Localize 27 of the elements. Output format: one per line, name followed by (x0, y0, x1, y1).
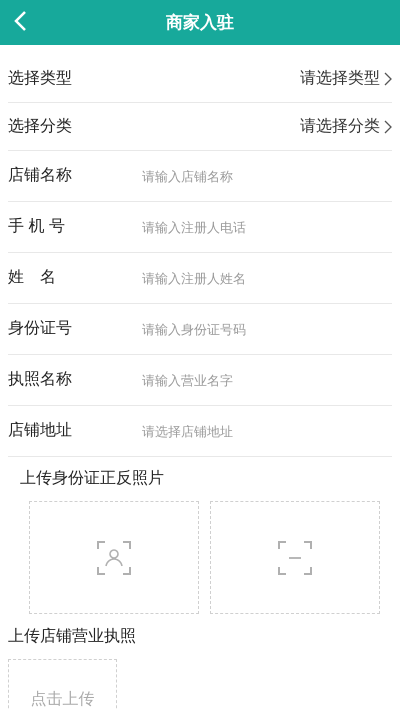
input-field[interactable]: 请输入店铺名称 (142, 158, 392, 194)
field-label: 姓 名 (8, 268, 57, 288)
select-value: 请选择分类 (300, 116, 380, 136)
scan-icon (277, 540, 313, 576)
input-field[interactable]: 请选择店铺地址 (142, 413, 392, 449)
page-title: 商家入驻 (166, 12, 234, 34)
upload-slot[interactable] (29, 501, 199, 614)
field-label: 手 机 号 (8, 216, 66, 237)
section-title: 上传身份证正反照片 (20, 468, 164, 489)
field-label: 身份证号 (8, 319, 73, 339)
field-label: 店铺名称 (8, 166, 73, 186)
select-row[interactable]: 选择分类 请选择分类 (8, 103, 392, 151)
input-field[interactable]: 请输入注册人姓名 (142, 260, 392, 296)
input-field[interactable]: 请输入注册人电话 (142, 209, 392, 245)
field-label: 执照名称 (8, 370, 73, 390)
field-label: 选择分类 (8, 116, 72, 136)
select-row[interactable]: 选择类型 请选择类型 (8, 55, 392, 103)
portrait-scan-icon (96, 540, 132, 576)
field-label: 店铺地址 (8, 420, 73, 441)
input-field[interactable]: 请输入营业名字 (142, 362, 392, 398)
chevron-right-icon (384, 120, 392, 134)
chevron-right-icon (384, 72, 392, 86)
upload-slot[interactable] (210, 501, 380, 614)
input-field[interactable]: 请输入身份证号码 (142, 311, 392, 347)
section-title: 上传店铺营业执照 (8, 626, 136, 647)
select-value: 请选择类型 (300, 68, 380, 88)
field-label: 选择类型 (8, 68, 72, 88)
